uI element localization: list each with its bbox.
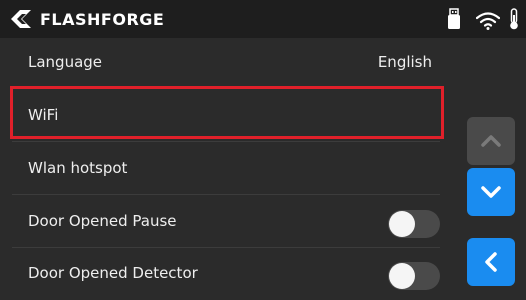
- toggle-knob: [389, 211, 415, 237]
- wlan-hotspot-row[interactable]: Wlan hotspot: [12, 144, 440, 195]
- wifi-icon: [476, 12, 500, 30]
- language-value: English: [377, 53, 432, 71]
- door-opened-pause-toggle[interactable]: [388, 210, 440, 238]
- chevron-down-icon: [481, 186, 501, 198]
- chevron-left-icon: [485, 252, 497, 272]
- language-label: Language: [28, 53, 103, 71]
- thermometer-icon: [510, 8, 518, 30]
- back-button[interactable]: [467, 238, 515, 286]
- selection-highlight: [10, 86, 444, 139]
- flashforge-logo-icon: [11, 10, 31, 28]
- chevron-up-icon: [481, 135, 501, 147]
- top-bar: FLASHFORGE: [0, 0, 526, 38]
- language-row[interactable]: Language English: [12, 38, 440, 89]
- door-opened-detector-row: Door Opened Detector: [12, 249, 440, 300]
- wlan-hotspot-label: Wlan hotspot: [28, 159, 128, 177]
- brand-name: FLASHFORGE: [40, 10, 165, 29]
- usb-drive-icon: [448, 8, 460, 29]
- scroll-up-button[interactable]: [467, 117, 515, 165]
- toggle-knob: [389, 263, 415, 289]
- settings-list: Language English WiFi Wlan hotspot Door …: [0, 38, 455, 300]
- scroll-down-button[interactable]: [467, 168, 515, 216]
- door-opened-pause-row: Door Opened Pause: [12, 197, 440, 248]
- door-opened-detector-toggle[interactable]: [388, 262, 440, 290]
- door-opened-pause-label: Door Opened Pause: [28, 212, 177, 230]
- door-opened-detector-label: Door Opened Detector: [28, 264, 198, 282]
